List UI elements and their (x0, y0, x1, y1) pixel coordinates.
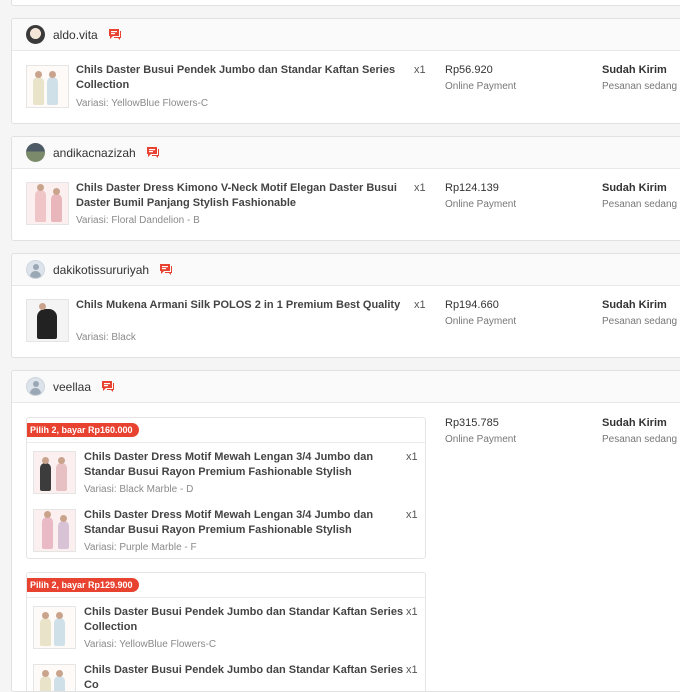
avatar[interactable] (26, 25, 45, 44)
bundle-item-row[interactable]: Chils Daster Dress Motif Mewah Lengan 3/… (27, 447, 425, 505)
bundle-item-row[interactable]: Chils Daster Dress Motif Mewah Lengan 3/… (27, 505, 425, 558)
bundle-deal-group: Pilih 2, bayar Rp160.000 Chils Daster Dr… (26, 417, 426, 559)
chat-icon[interactable] (108, 28, 122, 41)
bundle-header: Pilih 2, bayar Rp129.900 (27, 573, 425, 598)
order-card: veellaa Rp315.785 Online Payment Sudah K… (11, 370, 680, 692)
quantity: x1 (406, 451, 418, 463)
order-status-note: Pesanan sedang di (602, 434, 680, 445)
order-status-note: Pesanan sedang di (602, 199, 680, 210)
avatar[interactable] (26, 377, 45, 396)
order-status: Sudah Kirim (602, 417, 667, 429)
quantity: x1 (414, 64, 426, 76)
product-name[interactable]: Chils Daster Dress Motif Mewah Lengan 3/… (84, 450, 414, 480)
order-price: Rp56.920 (445, 64, 493, 76)
order-price: Rp315.785 (445, 417, 499, 429)
product-thumbnail[interactable] (26, 182, 69, 225)
chat-icon[interactable] (146, 146, 160, 159)
product-variant: Variasi: Black Marble - D (84, 484, 194, 495)
order-item-row[interactable]: Chils Mukena Armani Silk POLOS 2 in 1 Pr… (12, 286, 680, 357)
bundle-deal-group: Pilih 2, bayar Rp129.900 Chils Daster Bu… (26, 572, 426, 691)
quantity: x1 (406, 664, 418, 676)
product-thumbnail[interactable] (33, 664, 76, 691)
order-status-note: Pesanan sedang di (602, 316, 680, 327)
bundle-item-row[interactable]: Chils Daster Busui Pendek Jumbo dan Stan… (27, 602, 425, 660)
bundle-deal-tag: Pilih 2, bayar Rp129.900 (27, 578, 139, 592)
buyer-username[interactable]: veellaa (53, 380, 91, 394)
order-card: dakikotissururiyah Chils Mukena Armani S… (11, 253, 680, 358)
product-thumbnail[interactable] (26, 299, 69, 342)
quantity: x1 (406, 509, 418, 521)
order-item-row[interactable]: Chils Daster Busui Pendek Jumbo dan Stan… (12, 51, 680, 123)
bundle-deal-tag: Pilih 2, bayar Rp160.000 (27, 423, 139, 437)
product-variant: Variasi: Purple Marble - F (84, 542, 197, 553)
order-status: Sudah Kirim (602, 64, 667, 76)
product-thumbnail[interactable] (33, 509, 76, 552)
product-name[interactable]: Chils Daster Dress Kimono V-Neck Motif E… (76, 181, 406, 211)
avatar[interactable] (26, 143, 45, 162)
payment-method: Online Payment (445, 434, 517, 445)
quantity: x1 (414, 182, 426, 194)
payment-method: Online Payment (445, 316, 517, 327)
order-card-header: andikacnazizah (12, 137, 680, 169)
order-card: andikacnazizah Chils Daster Dress Kimono… (11, 136, 680, 241)
order-status: Sudah Kirim (602, 182, 667, 194)
product-name[interactable]: Chils Daster Dress Motif Mewah Lengan 3/… (84, 508, 414, 538)
product-name[interactable]: Chils Daster Busui Pendek Jumbo dan Stan… (84, 605, 414, 635)
product-thumbnail[interactable] (33, 451, 76, 494)
payment-method: Online Payment (445, 81, 517, 92)
order-price: Rp124.139 (445, 182, 499, 194)
order-card-header: dakikotissururiyah (12, 254, 680, 286)
order-card-header: veellaa (12, 371, 680, 403)
order-card: aldo.vita Chils Daster Busui Pendek Jumb… (11, 18, 680, 124)
order-card-header: aldo.vita (12, 19, 680, 51)
product-thumbnail[interactable] (33, 606, 76, 649)
buyer-username[interactable]: andikacnazizah (53, 146, 136, 160)
order-status: Sudah Kirim (602, 299, 667, 311)
bundle-item-row[interactable]: Chils Daster Busui Pendek Jumbo dan Stan… (27, 660, 425, 691)
order-item-row[interactable]: Chils Daster Dress Kimono V-Neck Motif E… (12, 169, 680, 240)
product-name[interactable]: Chils Daster Busui Pendek Jumbo dan Stan… (76, 63, 406, 93)
quantity: x1 (406, 606, 418, 618)
quantity: x1 (414, 299, 426, 311)
order-price: Rp194.660 (445, 299, 499, 311)
buyer-username[interactable]: aldo.vita (53, 28, 98, 42)
order-status-note: Pesanan sedang di (602, 81, 680, 92)
previous-order-card-edge (11, 0, 680, 6)
buyer-username[interactable]: dakikotissururiyah (53, 263, 149, 277)
product-variant: Variasi: YellowBlue Flowers-C (84, 639, 217, 650)
product-name[interactable]: Chils Mukena Armani Silk POLOS 2 in 1 Pr… (76, 298, 406, 313)
product-thumbnail[interactable] (26, 65, 69, 108)
product-variant: Variasi: YellowBlue Flowers-C (76, 98, 209, 109)
product-variant: Variasi: Black (76, 332, 136, 343)
payment-method: Online Payment (445, 199, 517, 210)
chat-icon[interactable] (101, 380, 115, 393)
avatar[interactable] (26, 260, 45, 279)
product-name[interactable]: Chils Daster Busui Pendek Jumbo dan Stan… (84, 663, 414, 691)
product-variant: Variasi: Floral Dandelion - B (76, 215, 200, 226)
chat-icon[interactable] (159, 263, 173, 276)
bundle-header: Pilih 2, bayar Rp160.000 (27, 418, 425, 443)
